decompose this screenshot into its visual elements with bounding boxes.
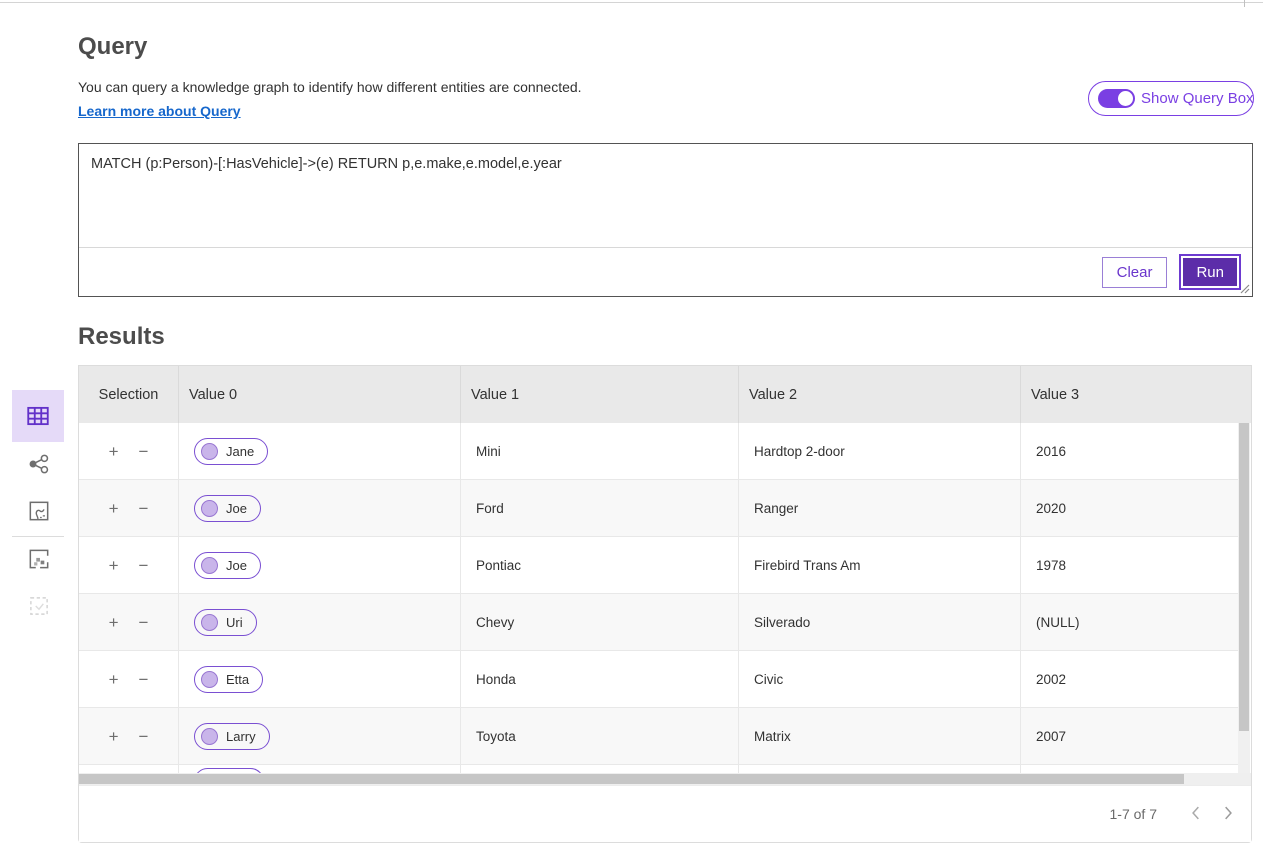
cell-value3: 2016 <box>1021 423 1239 479</box>
entity-pill[interactable]: Larry <box>194 723 270 750</box>
table-body: + − Jane Mini Hardtop 2-door 2016 + − Jo… <box>79 423 1239 773</box>
entity-dot-icon <box>201 557 218 574</box>
query-page: Query You can query a knowledge graph to… <box>0 0 1263 847</box>
cell-value3: 2002 <box>1021 651 1239 707</box>
selection-view-icon[interactable] <box>25 592 53 620</box>
show-query-box-toggle[interactable]: Show Query Box <box>1088 81 1254 116</box>
add-to-selection-button[interactable]: + <box>107 441 121 462</box>
run-button[interactable]: Run <box>1183 258 1237 286</box>
table-row: + − Jane Mini Hardtop 2-door 2016 <box>79 423 1239 480</box>
remove-from-selection-button[interactable]: − <box>137 669 151 690</box>
page-description: You can query a knowledge graph to ident… <box>78 79 582 95</box>
entity-label: Joe <box>226 501 247 516</box>
cell-value2: Silverado <box>739 594 1021 650</box>
remove-from-selection-button[interactable]: − <box>137 555 151 576</box>
previous-page-button[interactable] <box>1187 802 1205 827</box>
entity-pill[interactable]: Jane <box>194 438 268 465</box>
remove-from-selection-button[interactable]: − <box>137 498 151 519</box>
resize-handle-icon[interactable] <box>1238 282 1250 294</box>
column-header-selection[interactable]: Selection <box>79 366 179 423</box>
entity-label: Jane <box>226 444 254 459</box>
horizontal-scrollbar[interactable] <box>79 773 1251 785</box>
toggle-switch-icon[interactable] <box>1098 89 1135 108</box>
table-header-row: Selection Value 0 Value 1 Value 2 Value … <box>79 366 1251 423</box>
toggle-label: Show Query Box <box>1141 90 1254 107</box>
entity-dot-icon <box>201 614 218 631</box>
clear-button[interactable]: Clear <box>1102 257 1168 288</box>
cell-value2: Ranger <box>739 480 1021 536</box>
link-chart-view-icon[interactable] <box>25 450 53 478</box>
table-row-partial <box>79 765 1239 773</box>
results-title: Results <box>78 323 165 351</box>
add-to-map-icon[interactable] <box>25 545 53 573</box>
vertical-scrollbar[interactable] <box>1238 423 1250 773</box>
query-input[interactable]: MATCH (p:Person)-[:HasVehicle]->(e) RETU… <box>79 144 1252 247</box>
cell-value1: Chevy <box>461 594 739 650</box>
next-page-button[interactable] <box>1219 802 1237 827</box>
pagination-bar: 1-7 of 7 <box>79 785 1251 842</box>
column-header-value3[interactable]: Value 3 <box>1021 366 1251 423</box>
entity-pill[interactable]: Joe <box>194 552 261 579</box>
entity-pill[interactable]: Joe <box>194 495 261 522</box>
run-button-focus-ring[interactable]: Run <box>1179 254 1241 290</box>
entity-dot-icon <box>201 671 218 688</box>
cell-value1: Mini <box>461 423 739 479</box>
page-range-label: 1-7 of 7 <box>1110 806 1157 822</box>
cell-value2: Firebird Trans Am <box>739 537 1021 593</box>
column-header-value2[interactable]: Value 2 <box>739 366 1021 423</box>
query-box: MATCH (p:Person)-[:HasVehicle]->(e) RETU… <box>78 143 1253 297</box>
cell-value3: 1978 <box>1021 537 1239 593</box>
add-to-selection-button[interactable]: + <box>107 498 121 519</box>
remove-from-selection-button[interactable]: − <box>137 441 151 462</box>
remove-from-selection-button[interactable]: − <box>137 612 151 633</box>
entity-label: Uri <box>226 615 243 630</box>
top-edge-tick <box>1244 0 1245 7</box>
entity-label: Larry <box>226 729 256 744</box>
top-divider <box>0 2 1263 3</box>
add-to-selection-button[interactable]: + <box>107 669 121 690</box>
cell-value1: Ford <box>461 480 739 536</box>
learn-more-link[interactable]: Learn more about Query <box>78 103 241 119</box>
entity-pill[interactable]: Etta <box>194 666 263 693</box>
table-row: + − Larry Toyota Matrix 2007 <box>79 708 1239 765</box>
entity-dot-icon <box>201 443 218 460</box>
cell-value2: Hardtop 2-door <box>739 423 1021 479</box>
cell-value3: (NULL) <box>1021 594 1239 650</box>
cell-value2: Matrix <box>739 708 1021 764</box>
table-row: + − Etta Honda Civic 2002 <box>79 651 1239 708</box>
cell-value3: 2020 <box>1021 480 1239 536</box>
query-toolbar: Clear Run <box>79 247 1252 296</box>
column-header-value0[interactable]: Value 0 <box>179 366 461 423</box>
page-title: Query <box>78 33 147 61</box>
table-view-icon[interactable] <box>12 390 64 442</box>
vertical-scrollbar-thumb[interactable] <box>1239 423 1249 731</box>
results-table: Selection Value 0 Value 1 Value 2 Value … <box>78 365 1252 843</box>
cell-value1: Pontiac <box>461 537 739 593</box>
entity-dot-icon <box>201 500 218 517</box>
map-view-icon[interactable] <box>25 497 53 525</box>
cell-value1: Toyota <box>461 708 739 764</box>
cell-value2: Civic <box>739 651 1021 707</box>
add-to-selection-button[interactable]: + <box>107 555 121 576</box>
remove-from-selection-button[interactable]: − <box>137 726 151 747</box>
entity-label: Joe <box>226 558 247 573</box>
table-row: + − Joe Ford Ranger 2020 <box>79 480 1239 537</box>
cell-value1: Honda <box>461 651 739 707</box>
entity-label: Etta <box>226 672 249 687</box>
column-header-value1[interactable]: Value 1 <box>461 366 739 423</box>
horizontal-scrollbar-thumb[interactable] <box>79 774 1184 784</box>
cell-value3: 2007 <box>1021 708 1239 764</box>
entity-dot-icon <box>201 728 218 745</box>
entity-pill[interactable]: Uri <box>194 609 257 636</box>
table-row: + − Joe Pontiac Firebird Trans Am 1978 <box>79 537 1239 594</box>
add-to-selection-button[interactable]: + <box>107 726 121 747</box>
sidebar-divider <box>12 536 64 537</box>
table-row: + − Uri Chevy Silverado (NULL) <box>79 594 1239 651</box>
add-to-selection-button[interactable]: + <box>107 612 121 633</box>
